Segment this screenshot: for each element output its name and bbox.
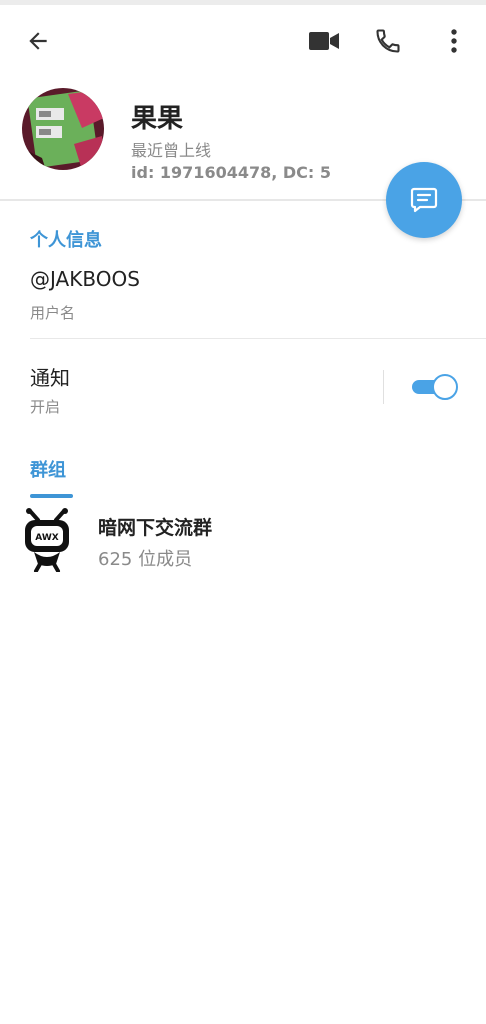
group-name[interactable]: 暗网下交流群	[98, 513, 212, 540]
notifications-label[interactable]: 通知	[30, 362, 70, 391]
back-button[interactable]	[16, 19, 60, 63]
toggle-separator	[383, 370, 384, 404]
last-seen-status: 最近曾上线	[131, 141, 212, 160]
arrow-left-icon	[29, 32, 47, 50]
more-options-button[interactable]	[432, 19, 476, 63]
video-call-button[interactable]	[302, 19, 346, 63]
toggle-knob	[432, 374, 458, 400]
video-camera-icon	[309, 32, 339, 50]
top-app-bar	[0, 5, 486, 77]
notifications-toggle[interactable]	[412, 374, 458, 400]
username-label: 用户名	[30, 304, 76, 322]
group-member-count: 625 位成员	[98, 549, 193, 570]
section-personal-info: 个人信息	[30, 230, 102, 251]
group-avatar[interactable]: AWX	[22, 508, 72, 573]
group-mascot-image: AWX	[25, 508, 69, 573]
row-divider	[30, 338, 486, 339]
username-value[interactable]: @JAKBOOS	[30, 267, 140, 291]
groups-tab-indicator	[30, 494, 73, 498]
profile-name: 果果	[131, 104, 184, 134]
profile-photo	[22, 88, 104, 170]
profile-avatar[interactable]	[22, 88, 104, 170]
more-vertical-icon	[451, 29, 457, 53]
phone-icon	[376, 29, 400, 53]
user-id-line: id: 1971604478, DC: 5	[131, 163, 332, 182]
group-avatar-text: AWX	[35, 533, 58, 543]
notifications-status: 开启	[30, 398, 61, 416]
message-icon	[410, 187, 438, 213]
section-groups: 群组	[30, 460, 66, 481]
send-message-fab[interactable]	[386, 162, 462, 238]
phone-call-button[interactable]	[366, 19, 410, 63]
